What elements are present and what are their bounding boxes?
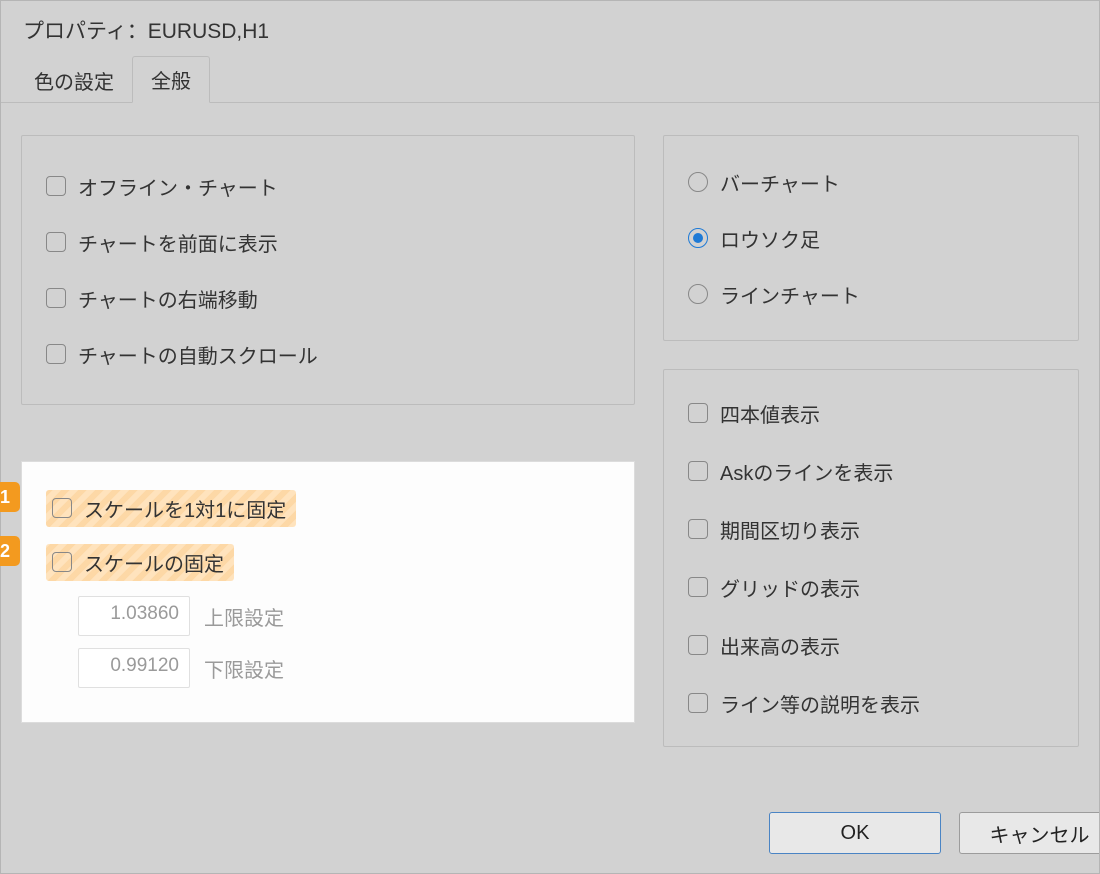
chart-front-row[interactable]: チャートを前面に表示	[46, 214, 610, 270]
line-chart-label: ラインチャート	[720, 280, 860, 309]
highlight-1: スケールを1対1に固定	[46, 490, 296, 527]
lower-limit-row: 0.99120 下限設定	[78, 642, 610, 694]
tab-colors[interactable]: 色の設定	[16, 58, 132, 103]
checkbox-icon	[46, 176, 66, 196]
ask-line-row[interactable]: Askのラインを表示	[688, 442, 1054, 500]
ohlc-label: 四本値表示	[720, 399, 820, 428]
checkbox-icon	[688, 693, 708, 713]
volume-row[interactable]: 出来高の表示	[688, 616, 1054, 674]
window-title: プロパティ：EURUSD,H1	[23, 15, 269, 45]
right-column: バーチャート ロウソク足 ラインチャート 四本値表示 As	[663, 135, 1079, 747]
marker-2-text: 2	[0, 541, 10, 562]
checkbox-icon	[688, 403, 708, 423]
descriptions-row[interactable]: ライン等の説明を表示	[688, 674, 1054, 732]
offline-chart-row[interactable]: オフライン・チャート	[46, 158, 610, 214]
checkbox-icon	[688, 635, 708, 655]
chart-right-shift-row[interactable]: チャートの右端移動	[46, 270, 610, 326]
titlebar: プロパティ：EURUSD,H1	[1, 1, 1099, 59]
checkbox-icon	[46, 232, 66, 252]
upper-limit-input[interactable]: 1.03860	[78, 596, 190, 636]
chart-options-panel: オフライン・チャート チャートを前面に表示 チャートの右端移動 チャートの自動ス…	[21, 135, 635, 405]
grid-row[interactable]: グリッドの表示	[688, 558, 1054, 616]
lower-limit-input[interactable]: 0.99120	[78, 648, 190, 688]
button-bar: OK キャンセル	[1, 793, 1099, 873]
fix-scale-row[interactable]: スケールの固定	[46, 538, 610, 586]
checkbox-icon	[52, 552, 72, 572]
period-sep-label: 期間区切り表示	[720, 515, 860, 544]
lower-limit-label: 下限設定	[204, 654, 284, 683]
chart-autoscroll-label: チャートの自動スクロール	[78, 340, 318, 369]
radio-icon	[688, 172, 708, 192]
cancel-button[interactable]: キャンセル	[959, 812, 1099, 854]
properties-dialog: プロパティ：EURUSD,H1 色の設定 全般 オフライン・チャート チャートを…	[0, 0, 1100, 874]
annotation-marker-2: 2	[0, 536, 20, 566]
offline-chart-label: オフライン・チャート	[78, 172, 278, 201]
checkbox-icon	[46, 288, 66, 308]
chart-autoscroll-row[interactable]: チャートの自動スクロール	[46, 326, 610, 382]
checkbox-icon	[688, 461, 708, 481]
chart-right-shift-label: チャートの右端移動	[78, 284, 258, 313]
grid-label: グリッドの表示	[720, 573, 860, 602]
fix-scale-1to1-label: スケールを1対1に固定	[84, 494, 286, 523]
display-options-panel: 四本値表示 Askのラインを表示 期間区切り表示 グリッドの表示 出来高の表示	[663, 369, 1079, 747]
volume-label: 出来高の表示	[720, 631, 840, 660]
ok-button-label: OK	[841, 822, 870, 845]
radio-icon	[688, 284, 708, 304]
annotation-marker-1: 1	[0, 482, 20, 512]
cancel-clip: キャンセル	[959, 812, 1099, 854]
descriptions-label: ライン等の説明を表示	[720, 689, 920, 718]
checkbox-icon	[688, 519, 708, 539]
highlight-2: スケールの固定	[46, 544, 234, 581]
tab-colors-label: 色の設定	[34, 72, 114, 94]
bar-chart-row[interactable]: バーチャート	[688, 154, 1054, 210]
cancel-button-label: キャンセル	[990, 819, 1090, 848]
fix-scale-label: スケールの固定	[84, 548, 224, 577]
chart-type-panel: バーチャート ロウソク足 ラインチャート	[663, 135, 1079, 341]
left-column: オフライン・チャート チャートを前面に表示 チャートの右端移動 チャートの自動ス…	[21, 135, 635, 747]
ok-button[interactable]: OK	[769, 812, 941, 854]
checkbox-icon	[52, 498, 72, 518]
candle-chart-row[interactable]: ロウソク足	[688, 210, 1054, 266]
radio-icon	[688, 228, 708, 248]
line-chart-row[interactable]: ラインチャート	[688, 266, 1054, 322]
checkbox-icon	[688, 577, 708, 597]
upper-limit-label: 上限設定	[204, 602, 284, 631]
ohlc-row[interactable]: 四本値表示	[688, 384, 1054, 442]
candle-chart-label: ロウソク足	[720, 224, 820, 253]
upper-limit-value: 1.03860	[110, 603, 179, 624]
tab-general[interactable]: 全般	[132, 56, 210, 103]
tabs: 色の設定 全般	[1, 59, 1099, 103]
period-sep-row[interactable]: 期間区切り表示	[688, 500, 1054, 558]
upper-limit-row: 1.03860 上限設定	[78, 590, 610, 642]
lower-limit-value: 0.99120	[110, 655, 179, 676]
fix-scale-1to1-row[interactable]: スケールを1対1に固定	[46, 484, 610, 532]
marker-1-text: 1	[0, 487, 10, 508]
chart-front-label: チャートを前面に表示	[78, 228, 278, 257]
ask-line-label: Askのラインを表示	[720, 457, 893, 486]
bar-chart-label: バーチャート	[720, 168, 840, 197]
checkbox-icon	[46, 344, 66, 364]
dialog-content: オフライン・チャート チャートを前面に表示 チャートの右端移動 チャートの自動ス…	[1, 103, 1099, 747]
scale-panel: 1 2 スケールを1対1に固定 スケールの固定	[21, 461, 635, 723]
tab-general-label: 全般	[151, 71, 191, 93]
